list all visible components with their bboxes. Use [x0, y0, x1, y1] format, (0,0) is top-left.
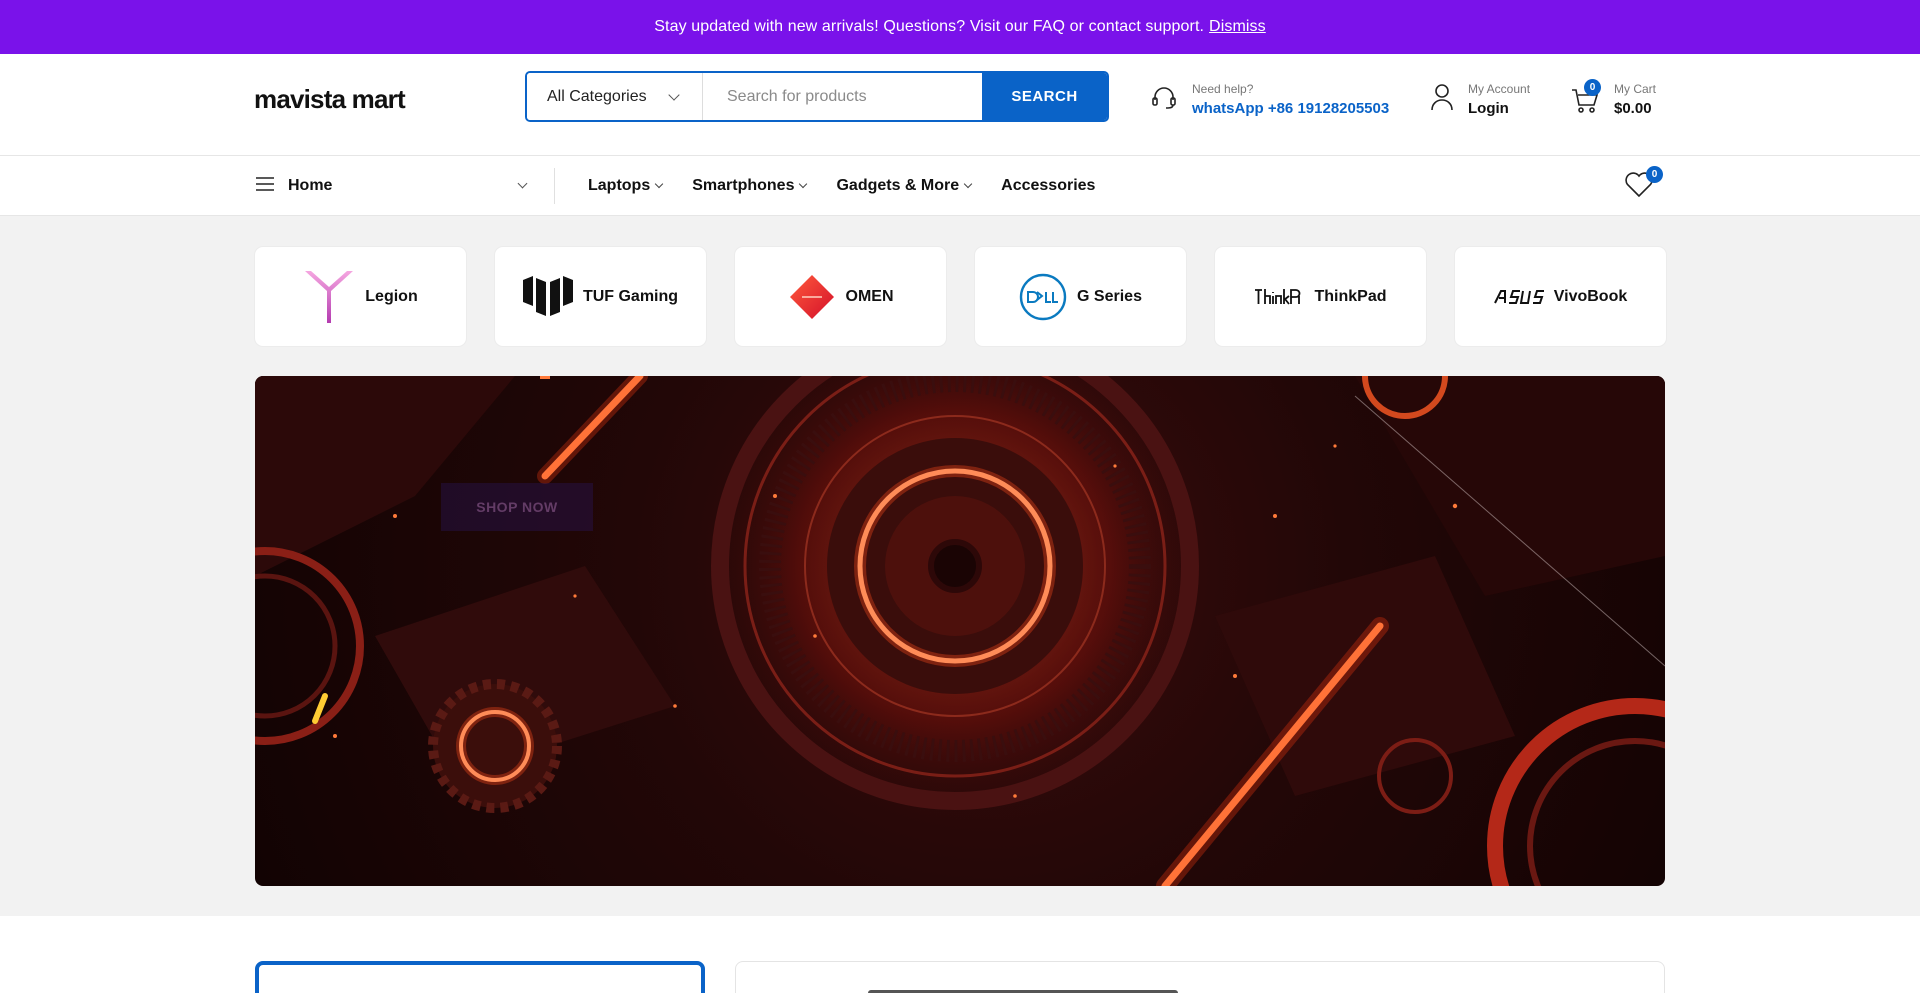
- account-link[interactable]: My Account Login: [1430, 82, 1530, 117]
- thinkpad-logo-icon: [1254, 286, 1304, 308]
- brand-name: G Series: [1077, 287, 1142, 305]
- nav-divider: [554, 168, 555, 204]
- site-header: mavista mart All Categories SEARCH Need …: [0, 54, 1920, 156]
- brand-card-tuf[interactable]: TUF Gaming: [495, 247, 706, 346]
- nav-menu: Laptops Smartphones Gadgets & More Acces…: [588, 156, 1125, 216]
- cart-link[interactable]: 0 My Cart $0.00: [1570, 78, 1656, 119]
- tuf-logo-icon: [522, 275, 573, 318]
- banner-artwork: [255, 376, 1665, 886]
- brand-name: VivoBook: [1553, 287, 1628, 305]
- category-select[interactable]: All Categories: [527, 73, 703, 120]
- chevron-down-icon: [654, 179, 664, 189]
- dell-logo-icon: [1019, 273, 1067, 321]
- brand-card-thinkpad[interactable]: ThinkPad: [1215, 247, 1426, 346]
- wishlist-link[interactable]: 0: [1624, 166, 1663, 202]
- main-nav: Home Laptops Smartphones Gadgets & More …: [0, 156, 1920, 216]
- nav-item-label: Gadgets & More: [836, 177, 960, 194]
- brand-card-gseries[interactable]: G Series: [975, 247, 1186, 346]
- featured-panel: [255, 961, 705, 993]
- search-button[interactable]: SEARCH: [982, 73, 1107, 120]
- notice-message: Stay updated with new arrivals! Question…: [654, 18, 1205, 35]
- hero-banner[interactable]: SHOP NOW: [255, 376, 1665, 886]
- shop-now-button[interactable]: SHOP NOW: [441, 483, 593, 531]
- chevron-down-icon: [517, 178, 528, 189]
- chevron-down-icon: [799, 179, 808, 189]
- nav-item-label: Smartphones: [692, 177, 795, 194]
- chevron-down-icon: [963, 179, 973, 189]
- products-panel: [735, 961, 1665, 993]
- category-select-value: All Categories: [547, 87, 647, 105]
- search-input[interactable]: [703, 73, 982, 120]
- help-label: Need help?: [1192, 82, 1254, 96]
- site-logo[interactable]: mavista mart: [254, 84, 406, 115]
- nav-item-label: Accessories: [1001, 177, 1096, 194]
- home-label: Home: [288, 177, 333, 194]
- nav-item-smartphones[interactable]: Smartphones: [692, 177, 808, 195]
- brand-name: OMEN: [845, 287, 894, 305]
- cart-total: $0.00: [1614, 100, 1652, 117]
- nav-item-label: Laptops: [588, 177, 651, 194]
- brand-name: Legion: [365, 287, 418, 305]
- home-menu[interactable]: Home: [256, 156, 528, 216]
- legion-logo-icon: [303, 269, 355, 325]
- nav-item-accessories[interactable]: Accessories: [1001, 177, 1095, 195]
- user-icon: [1430, 83, 1454, 116]
- brand-name: ThinkPad: [1314, 287, 1387, 305]
- brand-card-legion[interactable]: Legion: [255, 247, 466, 346]
- help-contact[interactable]: Need help? whatsApp +86 19128205503: [1150, 82, 1389, 117]
- asus-logo-icon: [1493, 289, 1544, 304]
- search-bar: All Categories SEARCH: [525, 71, 1109, 122]
- account-label: My Account: [1468, 82, 1531, 96]
- chevron-down-icon: [668, 89, 680, 101]
- brand-card-omen[interactable]: OMEN: [735, 247, 946, 346]
- heart-icon: [1624, 172, 1654, 202]
- nav-item-laptops[interactable]: Laptops: [588, 177, 664, 195]
- dismiss-link[interactable]: Dismiss: [1209, 18, 1266, 36]
- headset-icon: [1150, 83, 1178, 116]
- notice-bar: Stay updated with new arrivals! Question…: [0, 0, 1920, 54]
- cart-label: My Cart: [1614, 82, 1656, 96]
- nav-item-gadgets[interactable]: Gadgets & More: [836, 177, 973, 195]
- help-phone[interactable]: whatsApp +86 19128205503: [1192, 100, 1389, 117]
- omen-logo-icon: [788, 273, 836, 321]
- login-link[interactable]: Login: [1468, 100, 1530, 117]
- hamburger-icon: [256, 176, 274, 196]
- cart-count-badge: 0: [1584, 78, 1601, 96]
- brand-card-vivobook[interactable]: VivoBook: [1455, 247, 1666, 346]
- wishlist-count-badge: 0: [1646, 166, 1663, 183]
- cart-icon: [1570, 88, 1600, 119]
- brand-name: TUF Gaming: [582, 287, 679, 305]
